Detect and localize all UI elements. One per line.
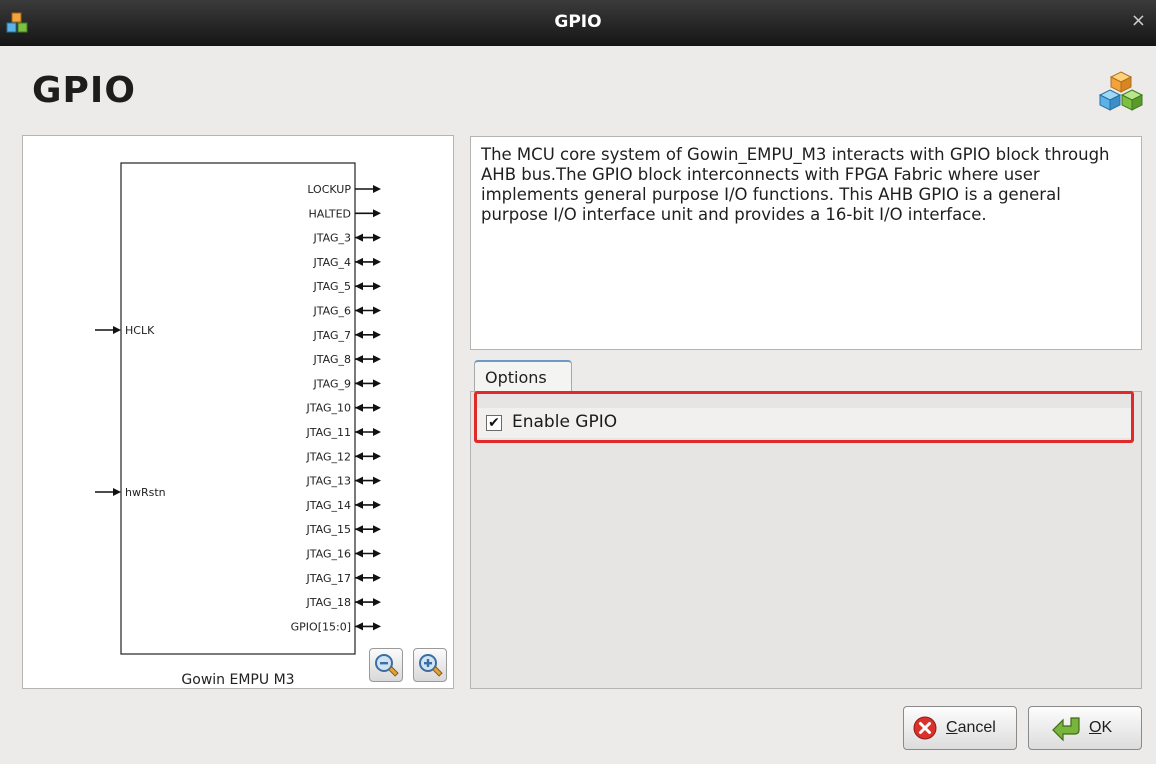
pin-label: JTAG_9	[313, 377, 351, 390]
pin-label: JTAG_8	[313, 353, 351, 366]
pin-arrow	[373, 379, 381, 388]
pin-arrow	[373, 233, 381, 242]
pin-arrow	[355, 622, 363, 631]
page-title: GPIO	[32, 70, 136, 111]
ok-button[interactable]: OK	[1028, 706, 1142, 750]
block-diagram: Gowin EMPU M3 LOCKUP HALTED JTAG_3 JTAG_4 JT…	[95, 162, 381, 688]
pin-arrow	[373, 622, 381, 631]
pin-arrow	[355, 355, 363, 364]
input-pin-label: hwRstn	[125, 486, 166, 499]
pin-arrow	[373, 209, 381, 218]
zoom-in-icon	[419, 654, 443, 677]
pin-arrow	[373, 500, 381, 509]
pin-arrow	[373, 306, 381, 315]
pin-label: JTAG_12	[306, 450, 351, 463]
pin-arrow	[373, 573, 381, 582]
zoom-in-button[interactable]	[413, 648, 447, 682]
close-icon[interactable]: ×	[1131, 10, 1146, 31]
pin-label: JTAG_6	[313, 305, 351, 318]
pin-label: JTAG_14	[306, 499, 351, 512]
cancel-mnemonic: C	[946, 719, 958, 736]
pin-arrow	[355, 306, 363, 315]
pin-arrow	[355, 379, 363, 388]
ok-label: K	[1101, 719, 1113, 736]
cancel-label: ancel	[957, 719, 996, 736]
pin-arrow	[373, 549, 381, 558]
zoom-out-button[interactable]	[369, 648, 403, 682]
pin-arrow	[373, 185, 381, 193]
cubes-icon	[1098, 71, 1144, 111]
pin-label: HALTED	[308, 207, 351, 220]
zoom-out-icon	[375, 654, 399, 677]
pin-label: JTAG_5	[313, 280, 351, 293]
pin-label: JTAG_3	[313, 232, 351, 245]
pin-arrow	[355, 549, 363, 558]
pin-label: JTAG_4	[313, 256, 351, 269]
pin-arrow	[373, 355, 381, 364]
pin-arrow	[373, 257, 381, 266]
pin-arrow	[373, 330, 381, 339]
block-diagram-panel: Gowin EMPU M3 LOCKUP HALTED JTAG_3 JTAG_4 JT…	[22, 135, 454, 689]
pin-arrow	[373, 476, 381, 485]
tab-options[interactable]: Options	[474, 360, 572, 392]
window-title: GPIO	[554, 12, 602, 32]
pin-label: JTAG_16	[306, 548, 351, 561]
block-name-label: Gowin EMPU M3	[181, 672, 294, 688]
pin-arrow	[355, 330, 363, 339]
window-titlebar: GPIO ×	[0, 0, 1156, 46]
ok-arrow-icon	[1052, 717, 1080, 742]
pin-arrow	[355, 598, 363, 607]
pin-arrow	[373, 403, 381, 412]
input-pin-label: HCLK	[125, 324, 155, 337]
pin-arrow	[355, 257, 363, 266]
pin-label: LOCKUP	[307, 183, 351, 196]
pin-arrow	[355, 500, 363, 509]
pin-label: JTAG_18	[306, 596, 351, 609]
pin-label: JTAG_7	[313, 329, 351, 342]
highlight-annotation	[474, 391, 1134, 443]
pin-arrow	[373, 428, 381, 436]
pin-label: JTAG_11	[306, 426, 351, 439]
pin-arrow	[355, 233, 363, 242]
pin-arrow	[355, 403, 363, 412]
pin-arrow	[373, 525, 381, 534]
ok-mnemonic: O	[1089, 719, 1102, 736]
pin-arrow	[355, 573, 363, 582]
pin-arrow	[355, 476, 363, 485]
input-pin-arrow	[113, 326, 121, 334]
pin-arrow	[355, 282, 363, 291]
pin-arrow	[373, 452, 381, 461]
pin-arrow	[355, 525, 363, 534]
pin-label: JTAG_17	[306, 572, 351, 585]
pin-arrow	[373, 598, 381, 607]
pin-label: JTAG_15	[306, 523, 351, 536]
pin-arrow	[373, 282, 381, 291]
pin-arrow	[355, 452, 363, 461]
input-pin-arrow	[113, 488, 121, 496]
description-text: The MCU core system of Gowin_EMPU_M3 int…	[470, 136, 1142, 350]
pin-label: JTAG_13	[306, 475, 351, 488]
pin-arrow	[355, 428, 363, 436]
cancel-button[interactable]: Cancel	[903, 706, 1017, 750]
pin-label: GPIO[15:0]	[291, 620, 351, 633]
cancel-icon	[913, 716, 937, 740]
pin-label: JTAG_10	[306, 402, 351, 415]
